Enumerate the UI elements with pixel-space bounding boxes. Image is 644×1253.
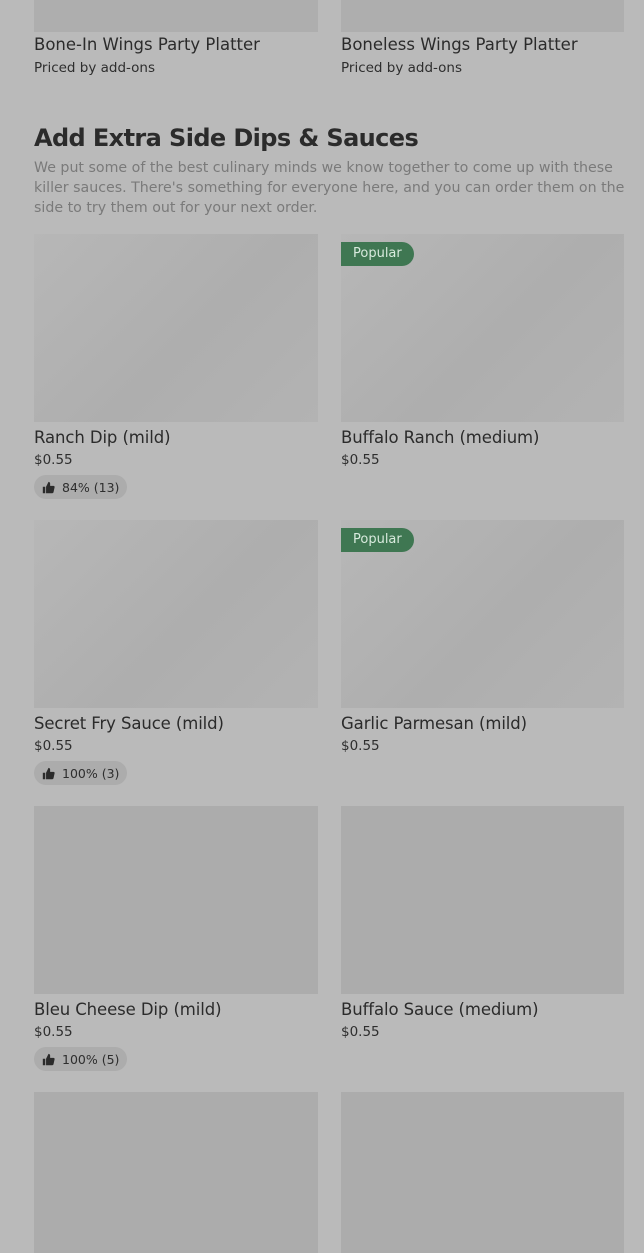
item-image[interactable]: Popular [341, 520, 624, 708]
item-image[interactable] [341, 806, 624, 994]
item-subtitle: Priced by add-ons [34, 60, 156, 76]
item-name: Buffalo Sauce (medium) [341, 1000, 539, 1019]
item-image[interactable] [34, 0, 318, 32]
item-image[interactable] [341, 0, 624, 32]
item-image[interactable] [34, 520, 318, 708]
thumbs-up-icon [42, 1053, 55, 1065]
menu-item-card[interactable] [34, 1092, 318, 1253]
menu-item-card[interactable]: Buffalo Sauce (medium) $0.55 [341, 806, 624, 1041]
menu-item-card[interactable]: Secret Fry Sauce (mild) $0.55 100% (3) [34, 520, 318, 785]
item-image[interactable] [34, 234, 318, 422]
menu-page: Bone-In Wings Party Platter Priced by ad… [0, 0, 644, 1253]
rating-text: 100% (3) [62, 765, 120, 781]
popular-badge: Popular [341, 528, 414, 552]
rating-text: 84% (13) [62, 479, 120, 495]
item-price: $0.55 [34, 1024, 73, 1040]
item-image[interactable] [34, 806, 318, 994]
item-price: $0.55 [341, 452, 380, 468]
item-name: Ranch Dip (mild) [34, 428, 171, 447]
item-name: Buffalo Ranch (medium) [341, 428, 540, 447]
menu-item-card[interactable]: Popular Buffalo Ranch (medium) $0.55 [341, 234, 624, 469]
section-title: Add Extra Side Dips & Sauces [34, 124, 419, 152]
item-image[interactable] [341, 1092, 624, 1253]
popular-badge: Popular [341, 242, 414, 266]
item-name[interactable]: Boneless Wings Party Platter [341, 35, 578, 55]
section-description: We put some of the best culinary minds w… [34, 160, 625, 216]
item-name[interactable]: Bone-In Wings Party Platter [34, 35, 260, 55]
rating-badge: 100% (5) [34, 1047, 128, 1071]
item-name: Secret Fry Sauce (mild) [34, 714, 224, 733]
item-price: $0.55 [34, 738, 73, 754]
item-price: $0.55 [341, 738, 380, 754]
menu-item-card[interactable]: Bleu Cheese Dip (mild) $0.55 100% (5) [34, 806, 318, 1071]
item-price: $0.55 [341, 1024, 380, 1040]
item-subtitle: Priced by add-ons [341, 60, 463, 76]
rating-text: 100% (5) [62, 1051, 120, 1067]
item-price: $0.55 [34, 452, 73, 468]
thumbs-up-icon [42, 481, 55, 493]
item-image[interactable] [34, 1092, 318, 1253]
item-name: Bleu Cheese Dip (mild) [34, 1000, 222, 1019]
rating-badge: 84% (13) [34, 475, 128, 499]
rating-badge: 100% (3) [34, 761, 128, 785]
menu-item-card[interactable] [341, 1092, 624, 1253]
thumbs-up-icon [42, 767, 55, 779]
item-image[interactable]: Popular [341, 234, 624, 422]
menu-item-card[interactable]: Popular Garlic Parmesan (mild) $0.55 [341, 520, 624, 755]
menu-item-card[interactable]: Ranch Dip (mild) $0.55 84% (13) [34, 234, 318, 499]
item-name: Garlic Parmesan (mild) [341, 714, 528, 733]
